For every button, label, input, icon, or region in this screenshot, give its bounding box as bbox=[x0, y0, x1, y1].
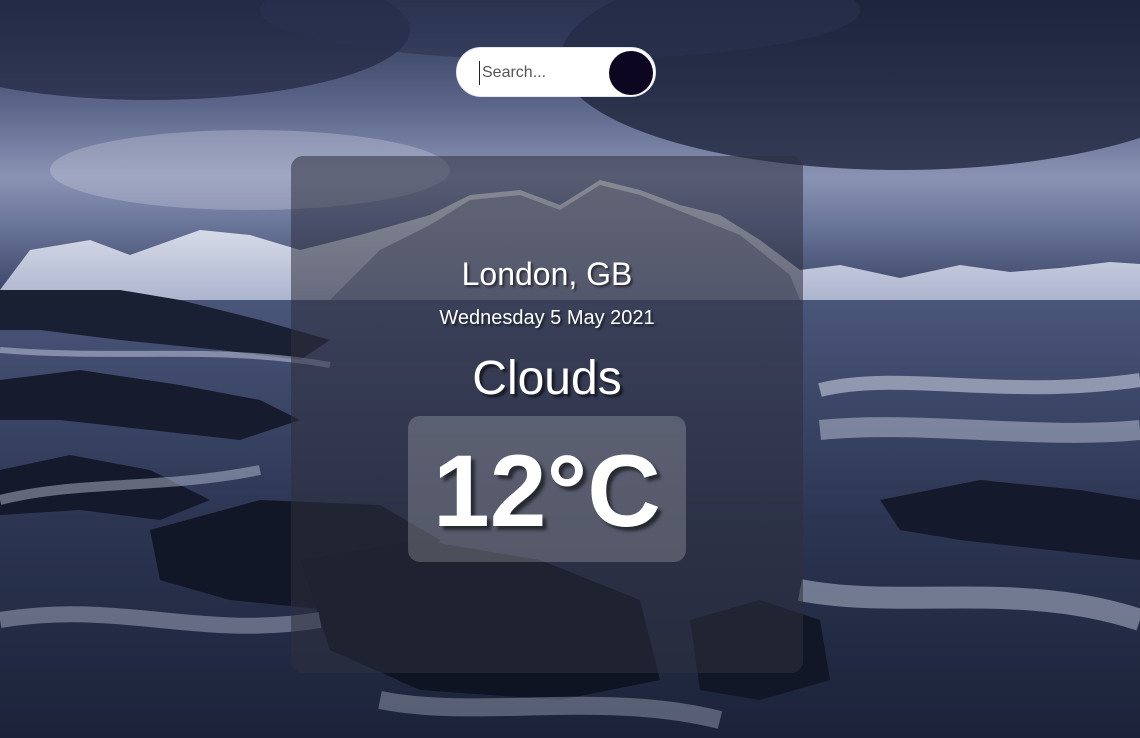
location-label: London, GB bbox=[461, 256, 633, 292]
date-label: Wednesday 5 May 2021 bbox=[439, 307, 655, 329]
temperature-value: 12°C bbox=[433, 434, 661, 548]
search-input[interactable] bbox=[479, 61, 602, 85]
app-background: London, GB Wednesday 5 May 2021 Clouds 1… bbox=[0, 0, 1140, 738]
temperature-box: 12°C bbox=[408, 416, 686, 562]
search-button[interactable] bbox=[609, 51, 653, 95]
weather-card: London, GB Wednesday 5 May 2021 Clouds 1… bbox=[291, 156, 803, 673]
search-bar bbox=[456, 47, 656, 97]
weather-condition: Clouds bbox=[472, 352, 622, 405]
